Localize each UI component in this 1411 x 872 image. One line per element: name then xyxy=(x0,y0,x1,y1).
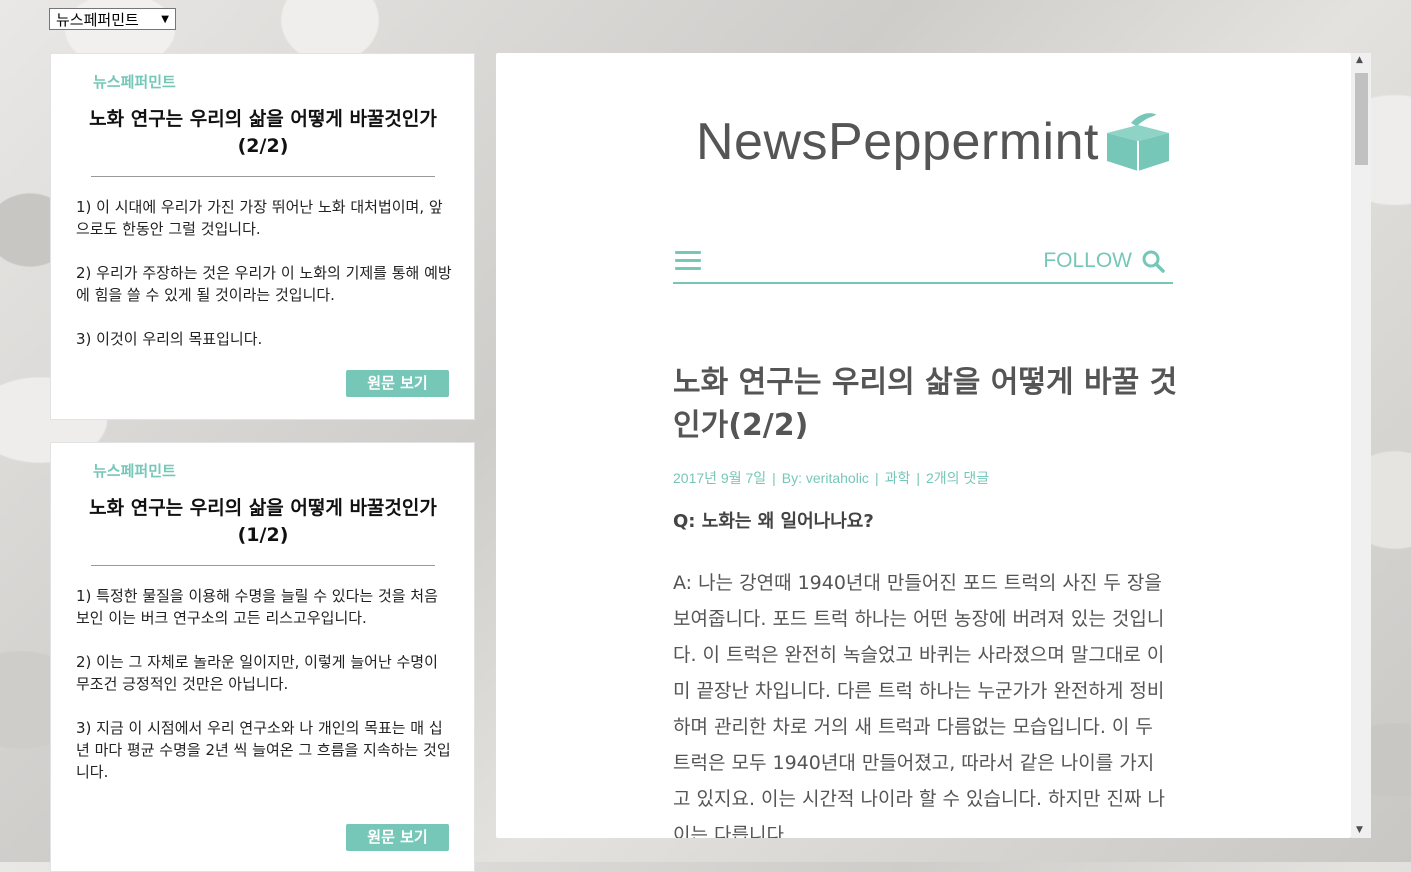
follow-link[interactable]: FOLLOW xyxy=(1043,249,1132,273)
article-question: Q: 노화는 왜 일어나나요? xyxy=(673,511,874,532)
site-select[interactable]: 뉴스페퍼민트 ▼ xyxy=(49,8,176,30)
card-summary: 1) 이 시대에 우리가 가진 가장 뛰어난 노화 대처법이며, 앞으로도 한동… xyxy=(76,196,456,372)
news-card: 뉴스페퍼민트 노화 연구는 우리의 삶을 어떻게 바꿀것인가(1/2) 1) 특… xyxy=(50,442,475,872)
card-point: 3) 이것이 우리의 목표입니다. xyxy=(76,330,263,348)
article-date[interactable]: 2017년 9월 7일 xyxy=(673,470,766,486)
scrollbar-thumb[interactable] xyxy=(1355,73,1368,165)
card-point: 2) 이는 그 자체로 놀라운 일이지만, 이렇게 늘어난 수명이 무조건 긍정… xyxy=(76,653,438,693)
hamburger-menu-icon[interactable] xyxy=(675,251,701,275)
card-point: 1) 이 시대에 우리가 가진 가장 뛰어난 노화 대처법이며, 앞으로도 한동… xyxy=(76,198,443,238)
article-title: 노화 연구는 우리의 삶을 어떻게 바꿀 것인가(2/2) xyxy=(673,365,1178,443)
card-point: 3) 지금 이 시점에서 우리 연구소와 나 개인의 목표는 매 십 년 마다 … xyxy=(76,719,451,781)
book-leaf-icon xyxy=(1106,113,1169,171)
article-comments-link[interactable]: 2개의 댓글 xyxy=(926,470,989,486)
card-divider xyxy=(91,565,435,566)
view-original-button[interactable]: 원문 보기 xyxy=(346,370,449,397)
chevron-down-icon: ▼ xyxy=(161,13,169,25)
scroll-down-icon[interactable]: ▼ xyxy=(1356,825,1363,835)
card-summary: 1) 특정한 물질을 이용해 수명을 늘릴 수 있다는 것을 처음 보인 이는 … xyxy=(76,585,456,805)
article-author[interactable]: By: veritaholic xyxy=(782,470,869,486)
site-select-value: 뉴스페퍼민트 xyxy=(56,10,139,29)
search-icon[interactable] xyxy=(1141,249,1165,273)
card-title[interactable]: 노화 연구는 우리의 삶을 어떻게 바꿀것인가(2/2) xyxy=(77,106,449,160)
logo-text: NewsPeppermint xyxy=(696,113,1099,171)
vertical-scrollbar[interactable]: ▲ ▼ xyxy=(1351,53,1371,838)
card-divider xyxy=(91,176,435,177)
article-meta: 2017년 9월 7일 | By: veritaholic | 과학 | 2개의 댓글 xyxy=(673,470,990,486)
article-category[interactable]: 과학 xyxy=(885,470,911,486)
news-card: 뉴스페퍼민트 노화 연구는 우리의 삶을 어떻게 바꿀것인가(2/2) 1) 이… xyxy=(50,53,475,420)
article-panel: NewsPeppermint FOLLOW 노화 연구는 우리의 삶을 어떻게 … xyxy=(496,53,1351,838)
article-answer: A: 나는 강연때 1940년대 만들어진 포드 트럭의 사진 두 장을 보여줍… xyxy=(673,572,1165,838)
scroll-up-icon[interactable]: ▲ xyxy=(1356,55,1363,65)
card-title[interactable]: 노화 연구는 우리의 삶을 어떻게 바꿀것인가(1/2) xyxy=(77,495,449,549)
card-source[interactable]: 뉴스페퍼민트 xyxy=(93,71,176,92)
view-original-button[interactable]: 원문 보기 xyxy=(346,824,449,851)
card-point: 1) 특정한 물질을 이용해 수명을 늘릴 수 있다는 것을 처음 보인 이는 … xyxy=(76,587,438,627)
site-logo[interactable]: NewsPeppermint xyxy=(696,111,1171,173)
card-source[interactable]: 뉴스페퍼민트 xyxy=(93,460,176,481)
card-point: 2) 우리가 주장하는 것은 우리가 이 노화의 기제를 통해 예방에 힘을 쓸… xyxy=(76,264,452,304)
nav-bar: FOLLOW xyxy=(673,243,1173,284)
